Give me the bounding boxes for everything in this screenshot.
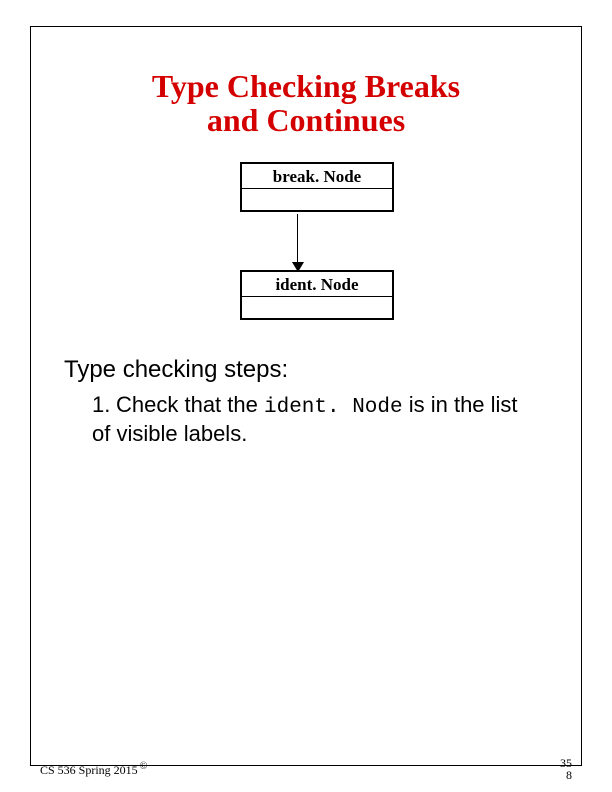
arrow-line <box>297 214 298 264</box>
title-line-1: Type Checking Breaks <box>152 68 460 104</box>
footer-page: 35 8 <box>560 757 572 782</box>
step-1: 1.Check that the ident. Node is in the l… <box>92 392 532 447</box>
steps-heading: Type checking steps: <box>64 356 288 384</box>
title-line-2: and Continues <box>207 102 405 138</box>
node-box-break-label: break. Node <box>242 164 392 187</box>
node-box-ident: ident. Node <box>240 270 394 320</box>
node-box-break-divider <box>242 188 392 189</box>
step-1-number: 1. <box>92 392 116 419</box>
footer-course: CS 536 Spring 2015© <box>40 761 147 778</box>
copyright-icon: © <box>138 761 148 772</box>
slide-page: Type Checking Breaks and Continues break… <box>0 0 612 792</box>
node-box-ident-label: ident. Node <box>242 272 392 295</box>
slide-title: Type Checking Breaks and Continues <box>0 70 612 137</box>
node-box-break: break. Node <box>240 162 394 212</box>
step-1-text: Check that the ident. Node is in the lis… <box>92 392 518 446</box>
step-1-pre: Check that the <box>116 392 264 417</box>
node-box-ident-divider <box>242 296 392 297</box>
step-1-code: ident. Node <box>264 396 403 419</box>
footer-course-text: CS 536 Spring 2015 <box>40 763 138 777</box>
footer-page-b: 8 <box>566 768 572 782</box>
